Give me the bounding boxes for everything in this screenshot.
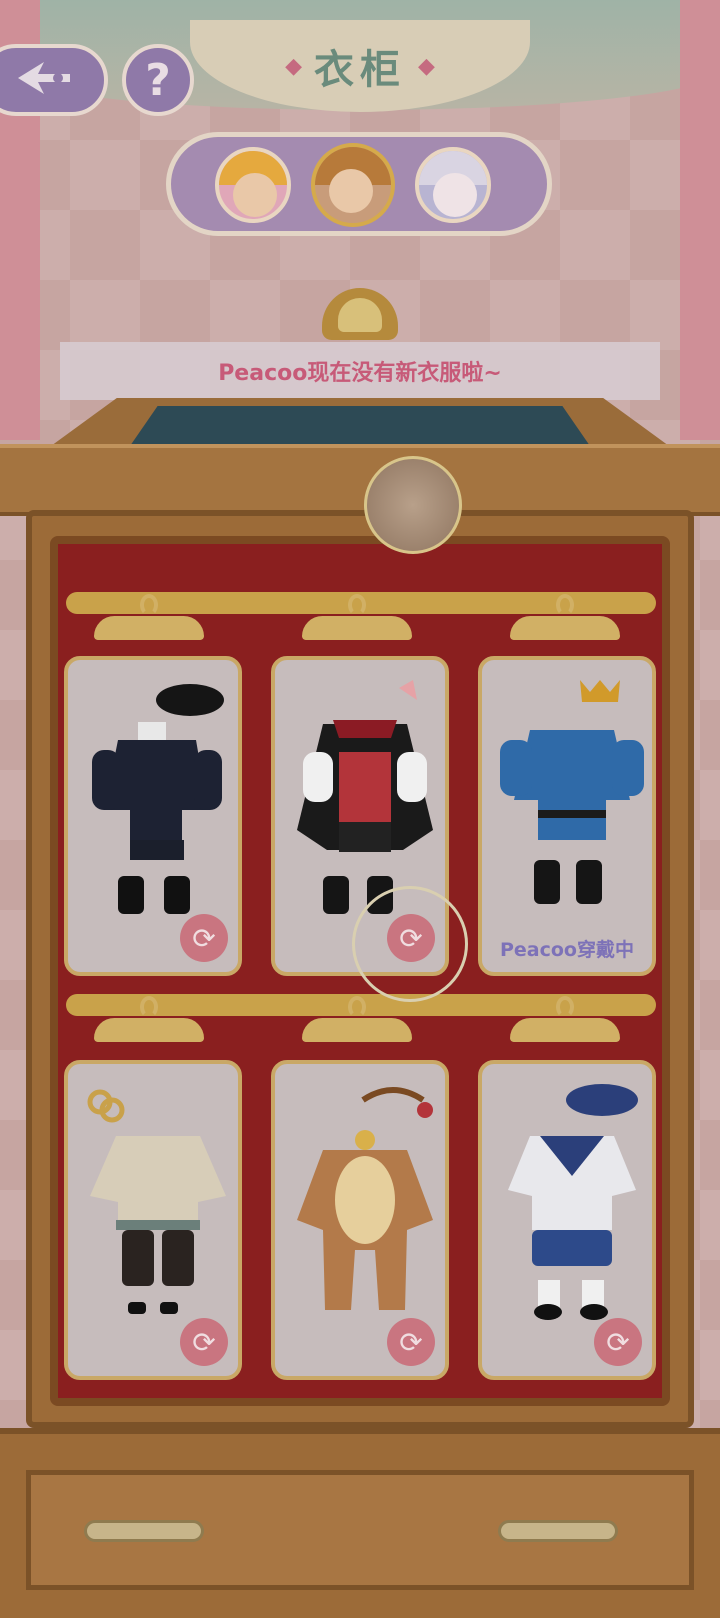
black-uniform-outfit-image [92,684,224,914]
swap-icon[interactable]: ⟳ [180,914,228,962]
hanger [94,594,204,644]
character-selector [166,132,552,236]
hanger [94,996,204,1046]
wearing-label: Peacoo穿戴中 [499,939,634,961]
character-avatar-3[interactable] [415,147,491,223]
diamond-icon: ◆ [285,53,302,79]
outfit-card-chinese-style[interactable]: ⟳ [64,1060,242,1380]
hanger [510,996,620,1046]
blue-prince-outfit-image [500,680,644,904]
notice-text: Peacoo现在没有新衣服啦~ [218,361,502,386]
outfit-card-reindeer[interactable]: ⟳ [271,1060,449,1380]
swap-icon[interactable]: ⟳ [387,1318,435,1366]
reindeer-outfit-image [297,1087,433,1310]
wardrobe-roof-panel [130,406,590,446]
touch-indicator [364,456,462,554]
hanger [302,594,412,644]
character-avatar-1[interactable] [215,147,291,223]
chinese-style-outfit-image [87,1089,226,1314]
page-title: 衣柜 [314,46,406,93]
outfit-card-black-uniform[interactable]: ⟳ [64,656,242,976]
swap-icon[interactable]: ⟳ [180,1318,228,1366]
tap-cursor-ring [352,886,468,1002]
notice-bar: Peacoo现在没有新衣服啦~ [60,342,660,400]
drawer-handle [84,1520,204,1542]
hanger [510,594,620,644]
swap-icon[interactable]: ⟳ [594,1318,642,1366]
wardrobe-cornice [0,444,720,516]
help-button[interactable]: ? [122,44,194,116]
hanger [302,996,412,1046]
drawer-handle [498,1520,618,1542]
sailor-outfit-image [508,1084,638,1320]
right-curtain [680,0,720,440]
character-avatar-2[interactable] [311,143,395,227]
outfit-card-blue-prince[interactable]: Peacoo穿戴中 [478,656,656,976]
back-button[interactable] [0,44,108,116]
diamond-icon: ◆ [418,53,435,79]
vampire-outfit-image [297,680,433,914]
outfit-card-sailor[interactable]: ⟳ [478,1060,656,1380]
back-arrow-icon [14,58,74,102]
